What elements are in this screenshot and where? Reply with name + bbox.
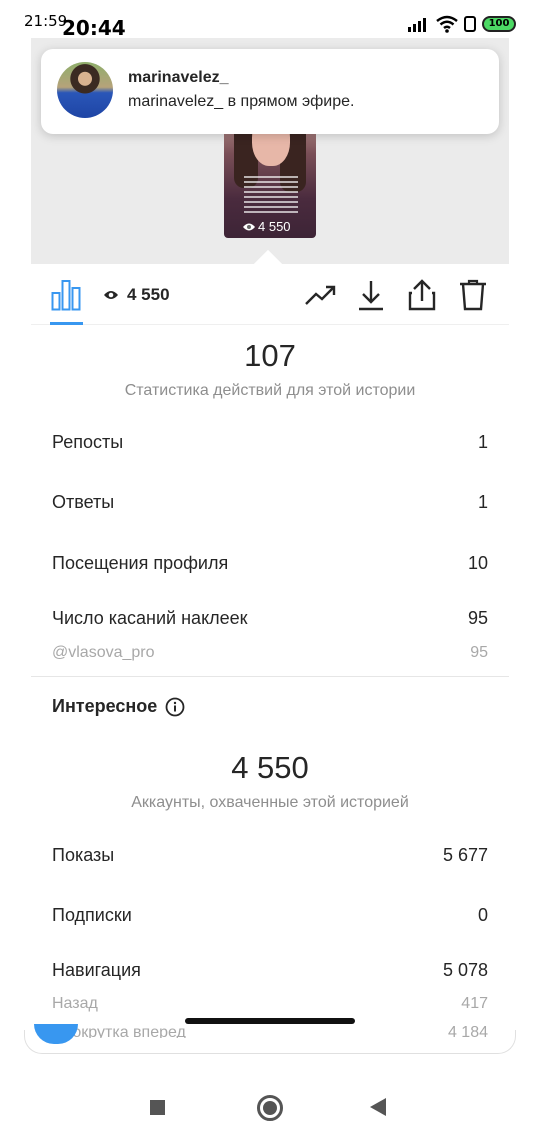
live-notification[interactable]: marinavelez_ marinavelez_ в прямом эфире… (41, 49, 499, 134)
status-icons: 100 (408, 12, 516, 36)
stat-label: Показы (52, 845, 115, 865)
stat-row-navigation: Навигация 5 078 (52, 960, 488, 981)
stat-sublabel: Назад (52, 995, 98, 1012)
eye-icon (104, 291, 118, 299)
status-clock: 20:44 (62, 16, 126, 40)
sim-icon (464, 16, 476, 32)
stat-label: Навигация (52, 960, 141, 980)
stat-row-follows: Подписки 0 (52, 905, 488, 926)
notification-body: marinavelez_ в прямом эфире. (128, 93, 355, 110)
battery-indicator: 100 (482, 16, 516, 32)
thumbnail-views: 4 550 (242, 219, 291, 234)
stat-value: 0 (477, 905, 488, 925)
stat-row-replies: Ответы 1 (52, 492, 488, 513)
stat-subvalue: 417 (461, 995, 488, 1012)
trash-icon[interactable] (457, 279, 489, 311)
stat-subrow-sticker[interactable]: @vlasova_pro 95 (52, 644, 488, 662)
eye-icon (243, 223, 255, 230)
stat-subrow-back: Назад 417 (52, 995, 488, 1013)
stat-label: Подписки (52, 905, 132, 925)
insights-bar-chart-icon[interactable] (51, 279, 81, 311)
download-icon[interactable] (355, 279, 387, 311)
stat-row-sticker-taps: Число касаний наклеек 95 (52, 608, 488, 629)
stat-label: Репосты (52, 432, 124, 452)
home-icon[interactable] (257, 1095, 283, 1121)
stat-row-profile-visits: Посещения профиля 10 (52, 553, 488, 574)
stat-label: Число касаний наклеек (52, 608, 248, 628)
discovery-title: Интересное (52, 696, 158, 716)
story-toolbar: 4 550 (31, 265, 509, 325)
wifi-icon (436, 15, 458, 33)
stat-subvalue: 95 (470, 644, 488, 661)
stat-value: 5 078 (442, 960, 488, 980)
notification-title: marinavelez_ (128, 69, 229, 86)
interactions-caption: Статистика действий для этой истории (124, 382, 416, 399)
info-icon[interactable] (165, 697, 185, 717)
reach-total: 4 550 (231, 750, 309, 785)
thumbnail-views-count: 4 550 (258, 219, 291, 234)
share-icon[interactable] (406, 279, 438, 311)
stat-value: 1 (477, 432, 488, 452)
stat-row-reposts: Репосты 1 (52, 432, 488, 453)
stat-sublabel: @vlasova_pro (52, 644, 155, 661)
interactions-total: 107 (244, 338, 296, 373)
views-count[interactable]: 4 550 (127, 285, 170, 305)
stat-value: 5 677 (442, 845, 488, 865)
thumbnail-caption-overlay (244, 176, 298, 216)
avatar (57, 62, 113, 118)
system-nav-bar (0, 1078, 540, 1140)
recents-icon[interactable] (150, 1100, 165, 1115)
stat-value: 95 (467, 608, 488, 628)
stat-label: Ответы (52, 492, 115, 512)
reach-caption: Аккаунты, охваченные этой историей (131, 794, 409, 811)
discovery-section-title: Интересное (52, 696, 185, 717)
stat-value: 10 (467, 553, 488, 573)
signal-icon (408, 18, 426, 32)
sheet-bottom-edge (24, 1030, 516, 1054)
back-icon[interactable] (370, 1098, 386, 1116)
home-indicator[interactable] (185, 1018, 355, 1024)
active-tab-indicator (50, 322, 83, 325)
promote-trend-icon[interactable] (304, 279, 336, 311)
stat-row-impressions: Показы 5 677 (52, 845, 488, 866)
stat-label: Посещения профиля (52, 553, 229, 573)
stat-value: 1 (477, 492, 488, 512)
section-divider (31, 676, 509, 677)
